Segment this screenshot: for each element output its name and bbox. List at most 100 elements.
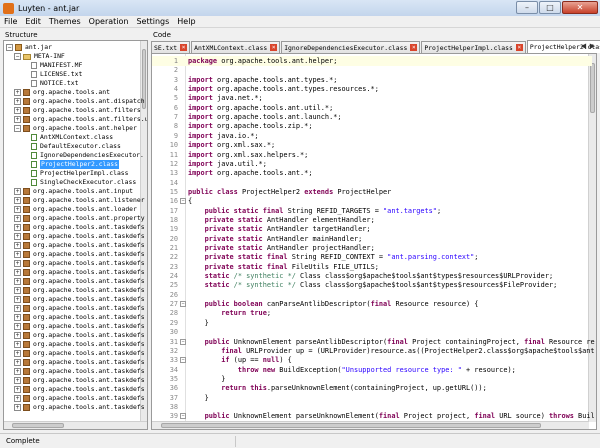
- tree-item[interactable]: + org.apache.tools.ant.dispatch: [14, 97, 145, 106]
- tree-item[interactable]: + org.apache.tools.ant.taskdefs: [14, 295, 145, 304]
- close-tab-icon[interactable]: ×: [410, 44, 418, 51]
- collapse-icon[interactable]: −: [14, 53, 21, 60]
- menu-edit[interactable]: Edit: [21, 17, 45, 26]
- expand-icon[interactable]: +: [14, 305, 21, 312]
- fold-toggle-icon[interactable]: −: [180, 198, 186, 205]
- editor-tab[interactable]: IgnoreDependenciesExecutor.class ×: [281, 41, 421, 53]
- expand-icon[interactable]: +: [14, 341, 21, 348]
- tree-item[interactable]: + org.apache.tools.ant.taskdefs: [14, 241, 145, 250]
- tree-horizontal-scrollbar[interactable]: [4, 421, 147, 429]
- tree-item[interactable]: + org.apache.tools.ant.taskdefs: [14, 268, 145, 277]
- tree-item[interactable]: ProjectHelper2.class: [22, 160, 119, 169]
- close-tab-icon[interactable]: ×: [270, 44, 278, 51]
- tree-item[interactable]: IgnoreDependenciesExecutor.: [22, 151, 144, 160]
- tree-item[interactable]: − ant.jar: [6, 43, 52, 52]
- tree-item[interactable]: + org.apache.tools.ant.taskdefs: [14, 313, 145, 322]
- tree-item[interactable]: + org.apache.tools.ant.taskdefs: [14, 340, 145, 349]
- maximize-button[interactable]: □: [539, 1, 561, 14]
- tree-item[interactable]: + org.apache.tools.ant.input: [14, 187, 133, 196]
- tree-item[interactable]: + org.apache.tools.ant.taskdefs: [14, 403, 145, 412]
- tree-item[interactable]: + org.apache.tools.ant.taskdefs: [14, 349, 145, 358]
- fold-toggle-icon[interactable]: −: [180, 301, 186, 308]
- expand-icon[interactable]: +: [14, 287, 21, 294]
- expand-icon[interactable]: +: [14, 377, 21, 384]
- expand-icon[interactable]: +: [14, 242, 21, 249]
- editor-tab[interactable]: AntXMLContext.class ×: [191, 41, 281, 53]
- menu-settings[interactable]: Settings: [132, 17, 173, 26]
- expand-icon[interactable]: +: [14, 332, 21, 339]
- minimize-button[interactable]: –: [516, 1, 538, 14]
- tree-item[interactable]: NOTICE.txt: [22, 79, 78, 88]
- editor-tab[interactable]: ProjectHelperImpl.class ×: [421, 41, 526, 53]
- tree-item[interactable]: SingleCheckExecutor.class: [22, 178, 136, 187]
- expand-icon[interactable]: +: [14, 206, 21, 213]
- tree-item[interactable]: + org.apache.tools.ant.taskdefs: [14, 259, 145, 268]
- expand-icon[interactable]: +: [14, 116, 21, 123]
- close-button[interactable]: ✕: [562, 1, 598, 14]
- tree-item[interactable]: + org.apache.tools.ant.listener: [14, 196, 145, 205]
- expand-icon[interactable]: +: [14, 278, 21, 285]
- close-tab-icon[interactable]: ×: [180, 44, 188, 51]
- expand-icon[interactable]: +: [14, 368, 21, 375]
- collapse-icon[interactable]: −: [14, 125, 21, 132]
- expand-icon[interactable]: +: [14, 98, 21, 105]
- expand-icon[interactable]: +: [14, 404, 21, 411]
- tree-item[interactable]: + org.apache.tools.ant.filters.u: [14, 115, 147, 124]
- expand-icon[interactable]: +: [14, 89, 21, 96]
- tree-horizontal-thumb[interactable]: [12, 423, 64, 428]
- tree-item[interactable]: + org.apache.tools.ant.taskdefs: [14, 277, 145, 286]
- tree-item[interactable]: + org.apache.tools.ant.taskdefs: [14, 331, 145, 340]
- editor-horizontal-scrollbar[interactable]: [152, 421, 589, 429]
- expand-icon[interactable]: +: [14, 386, 21, 393]
- structure-tree[interactable]: − ant.jar − META-INF MANIFEST.MF LICENSE.txt N…: [3, 40, 148, 430]
- tree-item[interactable]: AntXMLContext.class: [22, 133, 113, 142]
- tree-item[interactable]: + org.apache.tools.ant.taskdefs: [14, 304, 145, 313]
- fold-toggle-icon[interactable]: −: [180, 357, 186, 364]
- tree-item[interactable]: + org.apache.tools.ant.taskdefs: [14, 385, 145, 394]
- expand-icon[interactable]: +: [14, 260, 21, 267]
- tree-item[interactable]: + org.apache.tools.ant.taskdefs: [14, 232, 145, 241]
- tab-scroll-right-icon[interactable]: ▶: [588, 41, 597, 52]
- expand-icon[interactable]: +: [14, 215, 21, 222]
- tree-item[interactable]: + org.apache.tools.ant.property: [14, 214, 145, 223]
- tree-item[interactable]: DefaultExecutor.class: [22, 142, 121, 151]
- tab-scroll-left-icon[interactable]: ◀: [579, 41, 588, 52]
- menu-file[interactable]: File: [0, 17, 21, 26]
- tree-item[interactable]: + org.apache.tools.ant.filters: [14, 106, 141, 115]
- code-line[interactable]: 39− public UnknownElement parseUnknownEl…: [152, 411, 595, 421]
- collapse-icon[interactable]: −: [6, 44, 13, 51]
- expand-icon[interactable]: +: [14, 269, 21, 276]
- expand-icon[interactable]: +: [14, 314, 21, 321]
- tree-item[interactable]: LICENSE.txt: [22, 70, 82, 79]
- expand-icon[interactable]: +: [14, 251, 21, 258]
- tree-item[interactable]: + org.apache.tools.ant.taskdefs: [14, 250, 145, 259]
- expand-icon[interactable]: +: [14, 197, 21, 204]
- expand-icon[interactable]: +: [14, 359, 21, 366]
- menu-operation[interactable]: Operation: [85, 17, 133, 26]
- editor-tab[interactable]: SE.txt ×: [151, 41, 191, 53]
- tree-item[interactable]: MANIFEST.MF: [22, 61, 82, 70]
- expand-icon[interactable]: +: [14, 296, 21, 303]
- tree-item[interactable]: + org.apache.tools.ant.taskdefs: [14, 376, 145, 385]
- tree-item[interactable]: + org.apache.tools.ant.loader: [14, 205, 137, 214]
- expand-icon[interactable]: +: [14, 395, 21, 402]
- expand-icon[interactable]: +: [14, 233, 21, 240]
- tree-item[interactable]: + org.apache.tools.ant.taskdefs: [14, 367, 145, 376]
- tree-item[interactable]: + org.apache.tools.ant.taskdefs: [14, 286, 145, 295]
- expand-icon[interactable]: +: [14, 188, 21, 195]
- expand-icon[interactable]: +: [14, 350, 21, 357]
- fold-toggle-icon[interactable]: −: [180, 338, 186, 345]
- expand-icon[interactable]: +: [14, 323, 21, 330]
- tree-item[interactable]: + org.apache.tools.ant: [14, 88, 110, 97]
- tree-item[interactable]: + org.apache.tools.ant.taskdefs: [14, 394, 145, 403]
- fold-toggle-icon[interactable]: −: [180, 413, 186, 420]
- tree-item[interactable]: + org.apache.tools.ant.taskdefs: [14, 322, 145, 331]
- editor-horizontal-thumb[interactable]: [161, 423, 541, 428]
- close-tab-icon[interactable]: ×: [515, 44, 523, 51]
- menu-help[interactable]: Help: [173, 17, 199, 26]
- menu-themes[interactable]: Themes: [45, 17, 85, 26]
- expand-icon[interactable]: +: [14, 107, 21, 114]
- tree-item[interactable]: ProjectHelperImpl.class: [22, 169, 129, 178]
- tree-item[interactable]: − META-INF: [14, 52, 65, 61]
- code-editor[interactable]: 1 package org.apache.tools.ant.helper; 2 3 i…: [151, 53, 597, 430]
